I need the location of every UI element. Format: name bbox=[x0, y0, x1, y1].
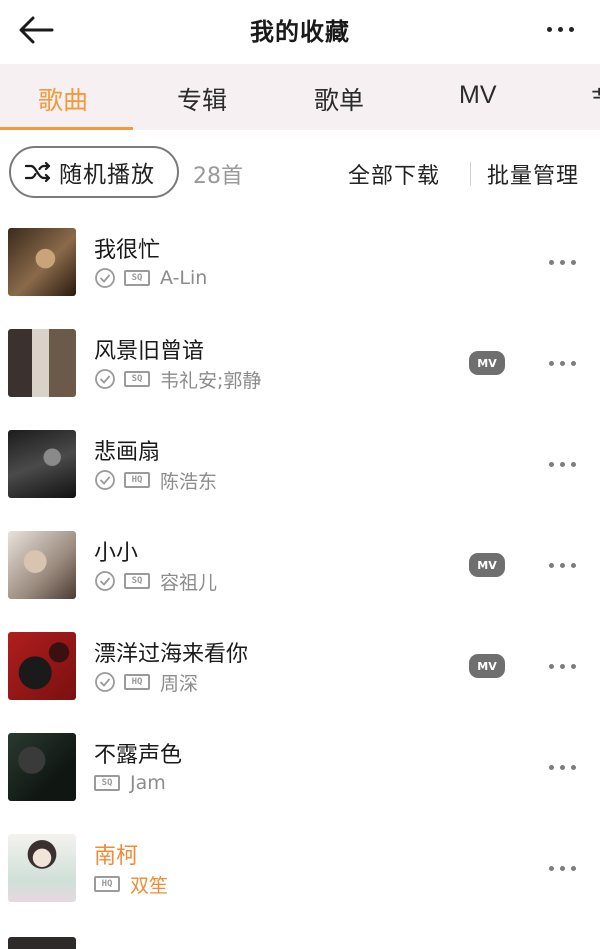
quality-badge: SQ bbox=[124, 371, 150, 387]
more-dot bbox=[570, 461, 576, 467]
song-more-button[interactable] bbox=[542, 757, 582, 777]
album-cover bbox=[8, 733, 76, 801]
song-more-button[interactable] bbox=[542, 454, 582, 474]
more-dot bbox=[570, 764, 576, 770]
quality-badge: HQ bbox=[94, 876, 120, 892]
more-dot bbox=[559, 764, 565, 770]
song-row[interactable]: 我很忙 SQ A-Lin bbox=[0, 212, 600, 313]
more-dot-icon bbox=[548, 663, 554, 669]
more-dot bbox=[570, 562, 576, 568]
quality-badge: SQ bbox=[124, 270, 150, 286]
song-more-button[interactable] bbox=[542, 858, 582, 878]
artist-name: 容祖儿 bbox=[160, 571, 218, 594]
song-row[interactable]: 漂洋过海来看你 HQ 周深 MV bbox=[0, 616, 600, 717]
song-row-now-playing[interactable]: 南柯 HQ 双笙 bbox=[0, 818, 600, 919]
song-row[interactable]: 不露声色 SQ Jam bbox=[0, 717, 600, 818]
more-dot bbox=[559, 562, 565, 568]
song-title: 漂洋过海来看你 bbox=[94, 642, 249, 667]
tab-mv[interactable]: MV bbox=[459, 81, 497, 110]
mv-badge[interactable]: MV bbox=[469, 351, 505, 375]
more-horizontal-icon bbox=[546, 26, 552, 32]
artist-name: 陈浩东 bbox=[160, 470, 218, 493]
more-dot-icon bbox=[548, 865, 554, 871]
song-meta: SQ A-Lin bbox=[94, 266, 207, 290]
song-meta: SQ Jam bbox=[94, 771, 166, 795]
song-meta: HQ 周深 bbox=[94, 670, 199, 695]
more-dot bbox=[568, 26, 574, 32]
header-bar: 我的收藏 bbox=[0, 0, 600, 62]
more-dot-icon bbox=[548, 259, 554, 265]
album-cover bbox=[8, 834, 76, 902]
downloaded-check-icon bbox=[95, 470, 115, 490]
mv-badge[interactable]: MV bbox=[469, 654, 505, 678]
shuffle-play-button[interactable]: 随机播放 bbox=[9, 146, 179, 198]
song-row[interactable]: 风景旧曾谙 SQ 韦礼安;郭静 MV bbox=[0, 313, 600, 414]
mv-badge[interactable]: MV bbox=[469, 553, 505, 577]
song-meta: HQ 双笙 bbox=[94, 872, 169, 897]
more-dot bbox=[570, 360, 576, 366]
active-tab-indicator bbox=[0, 127, 133, 130]
tab-songs[interactable]: 歌曲 bbox=[38, 81, 88, 117]
song-count: 28首 bbox=[193, 164, 243, 189]
more-dot bbox=[570, 663, 576, 669]
batch-manage-button[interactable]: 批量管理 bbox=[487, 158, 579, 190]
more-dot bbox=[570, 865, 576, 871]
shuffle-play-label: 随机播放 bbox=[59, 162, 155, 188]
artist-name: A-Lin bbox=[160, 267, 208, 289]
song-more-button[interactable] bbox=[542, 656, 582, 676]
more-dot-icon bbox=[548, 360, 554, 366]
album-cover bbox=[8, 937, 76, 949]
downloaded-check-icon bbox=[95, 672, 115, 692]
song-title: 风景旧曾谙 bbox=[94, 339, 205, 364]
downloaded-check-icon bbox=[95, 369, 115, 389]
quality-badge: HQ bbox=[124, 472, 150, 488]
song-meta: HQ 陈浩东 bbox=[94, 468, 218, 493]
more-dot bbox=[570, 259, 576, 265]
album-cover bbox=[8, 430, 76, 498]
page-title: 我的收藏 bbox=[250, 18, 350, 46]
more-dot bbox=[559, 461, 565, 467]
downloaded-check-icon bbox=[95, 571, 115, 591]
more-dot-icon bbox=[548, 562, 554, 568]
song-title: 我很忙 bbox=[94, 238, 161, 263]
album-cover bbox=[8, 632, 76, 700]
more-dot bbox=[557, 26, 563, 32]
song-title: 小小 bbox=[94, 541, 139, 566]
quality-badge: HQ bbox=[124, 674, 150, 690]
downloaded-check-icon bbox=[95, 268, 115, 288]
album-cover bbox=[8, 228, 76, 296]
more-dot bbox=[559, 360, 565, 366]
download-all-button[interactable]: 全部下载 bbox=[348, 158, 440, 190]
action-divider bbox=[470, 162, 471, 186]
album-cover bbox=[8, 531, 76, 599]
tab-playlists[interactable]: 歌单 bbox=[314, 81, 364, 117]
artist-name: 韦礼安;郭静 bbox=[160, 369, 262, 392]
song-title: 不露声色 bbox=[94, 743, 183, 768]
quality-badge: SQ bbox=[94, 775, 120, 791]
album-cover bbox=[8, 329, 76, 397]
song-more-button[interactable] bbox=[542, 353, 582, 373]
song-meta: SQ 容祖儿 bbox=[94, 569, 218, 594]
song-row[interactable]: 小小 SQ 容祖儿 MV bbox=[0, 515, 600, 616]
artist-name: Jam bbox=[130, 772, 166, 794]
tab-albums[interactable]: 专辑 bbox=[177, 81, 227, 117]
more-dot bbox=[559, 865, 565, 871]
category-tabs: 歌曲 专辑 歌单 MV 节 bbox=[0, 64, 600, 130]
song-title: 悲画扇 bbox=[94, 440, 161, 465]
song-row[interactable]: 悲画扇 HQ 陈浩东 bbox=[0, 414, 600, 515]
shuffle-icon bbox=[25, 161, 51, 183]
more-dot-icon bbox=[548, 764, 554, 770]
song-more-button[interactable] bbox=[542, 555, 582, 575]
more-dot bbox=[559, 259, 565, 265]
more-dot-icon bbox=[548, 461, 554, 467]
tab-programs[interactable]: 节 bbox=[591, 81, 600, 117]
song-title: 南柯 bbox=[94, 844, 139, 869]
artist-name: 双笙 bbox=[130, 874, 169, 897]
song-meta: SQ 韦礼安;郭静 bbox=[94, 367, 262, 392]
artist-name: 周深 bbox=[160, 672, 199, 695]
song-more-button[interactable] bbox=[542, 252, 582, 272]
more-dot bbox=[559, 663, 565, 669]
more-options-button[interactable] bbox=[538, 14, 582, 44]
quality-badge: SQ bbox=[124, 573, 150, 589]
